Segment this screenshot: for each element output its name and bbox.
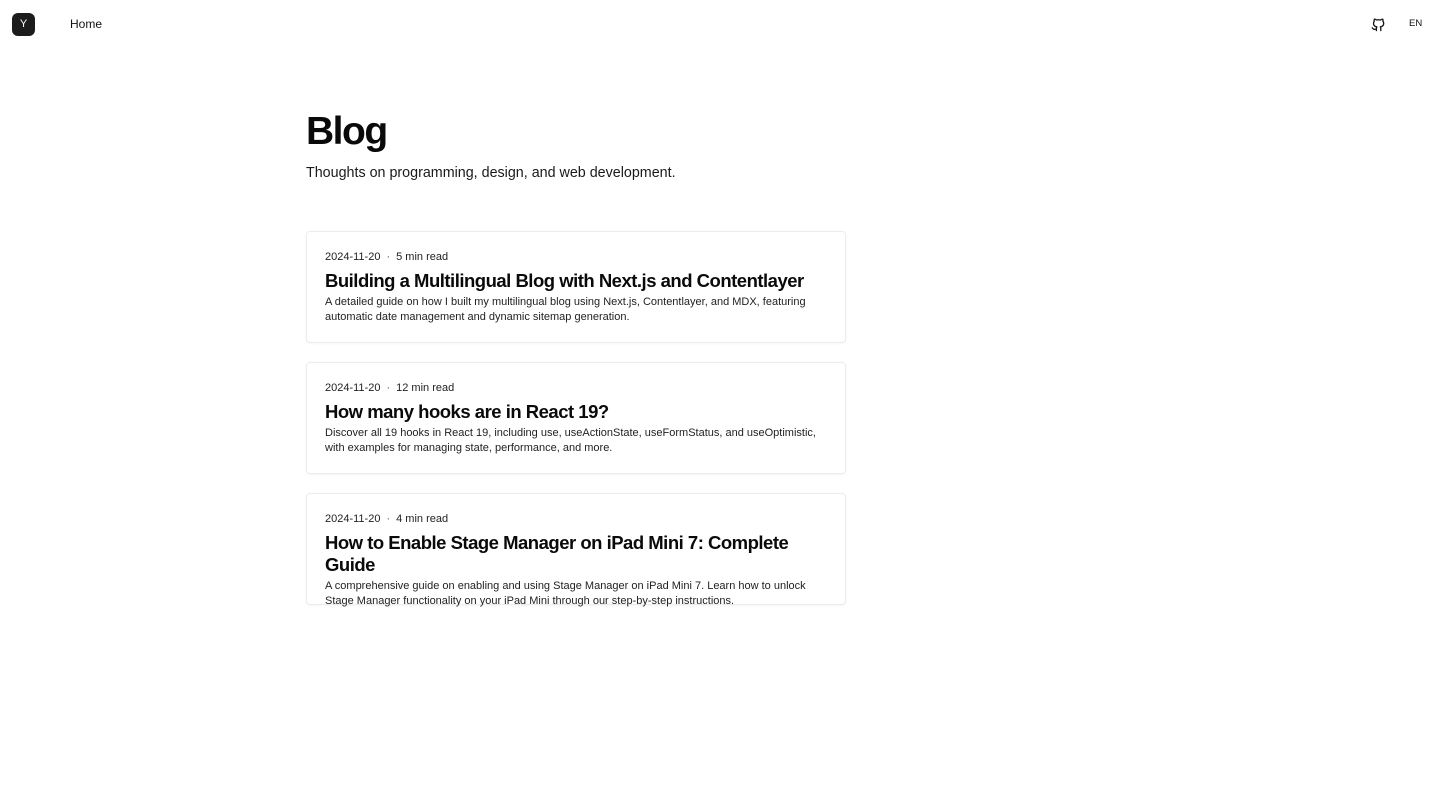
language-switcher[interactable]: EN [1409, 18, 1422, 30]
page-subtitle: Thoughts on programming, design, and web… [306, 165, 676, 181]
post-title[interactable]: How many hooks are in React 19? [325, 401, 827, 423]
post-card[interactable]: 2024-11-20 · 4 min read How to Enable Stag… [306, 493, 846, 607]
post-read-time: 5 min read [396, 251, 449, 263]
post-card[interactable]: 2024-11-20 · 5 min read Building a Multili… [306, 231, 846, 343]
post-description: A detailed guide on how I built my multi… [325, 296, 806, 323]
nav-link-home[interactable]: Home [70, 17, 102, 31]
post-list: 2024-11-20 · 5 min read Building a Multili… [306, 231, 846, 624]
post-read-time: 4 min read [396, 513, 449, 525]
top-navigation-bar: Y Home EN [0, 0, 1440, 48]
meta-separator: · [386, 251, 391, 263]
github-icon[interactable] [1370, 16, 1386, 32]
post-description: Discover all 19 hooks in React 19, inclu… [325, 427, 816, 454]
post-title[interactable]: How to Enable Stage Manager on iPad Mini… [325, 532, 827, 576]
post-card[interactable]: 2024-11-20 · 12 min read How many hooks ar… [306, 362, 846, 474]
meta-separator: · [386, 513, 391, 525]
post-meta: 2024-11-20 · 12 min read [325, 382, 827, 395]
github-icon-graphic [1371, 18, 1385, 32]
page-title: Blog [306, 110, 388, 153]
post-read-time: 12 min read [396, 382, 455, 394]
post-meta: 2024-11-20 · 5 min read [325, 251, 827, 264]
post-date: 2024-11-20 [325, 251, 381, 263]
post-meta: 2024-11-20 · 4 min read [325, 513, 827, 526]
site-logo[interactable]: Y [12, 13, 35, 36]
post-description: A comprehensive guide on enabling and us… [325, 580, 806, 607]
post-date: 2024-11-20 [325, 513, 381, 525]
post-date: 2024-11-20 [325, 382, 381, 394]
post-title[interactable]: Building a Multilingual Blog with Next.j… [325, 270, 827, 292]
meta-separator: · [386, 382, 391, 394]
